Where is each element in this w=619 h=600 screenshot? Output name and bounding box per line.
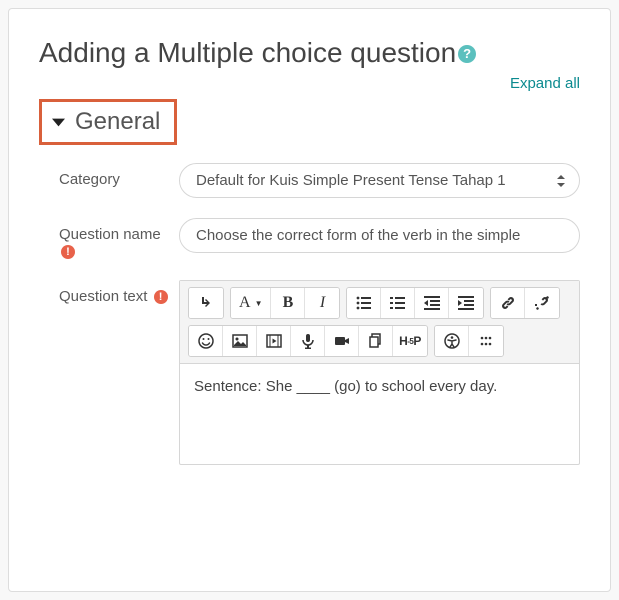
section-title: General [75,108,160,136]
list-ol-icon [390,295,406,311]
toolbar-group-a11y [434,325,504,357]
h5p-button[interactable]: H-5P [393,326,427,356]
toolbar-group-lists [346,287,484,319]
media-button[interactable] [257,326,291,356]
label-question-text: Question text ! [59,280,179,305]
font-style-button[interactable]: A▼ [231,288,271,318]
link-icon [500,295,516,311]
toolbar-group-format: A▼ B I [230,287,340,319]
arrow-down-right-icon [198,295,214,311]
question-name-value: Choose the correct form of the verb in t… [196,227,520,244]
label-question-name-text: Question name [59,226,161,243]
indent-icon [458,295,474,311]
category-selected: Default for Kuis Simple Present Tense Ta… [196,172,506,189]
question-name-control: Choose the correct form of the verb in t… [179,218,580,253]
unlink-icon [534,295,550,311]
unlink-button[interactable] [525,288,559,318]
row-question-text: Question text ! A▼ B I [59,280,580,465]
toolbar-group-link [490,287,560,319]
indent-button[interactable] [449,288,483,318]
video-icon [334,333,350,349]
category-control: Default for Kuis Simple Present Tense Ta… [179,163,580,198]
outdent-icon [424,295,440,311]
caret-down-icon: ▼ [255,299,263,308]
toolbar-group-expand [188,287,224,319]
link-button[interactable] [491,288,525,318]
expand-all-link[interactable]: Expand all [510,75,580,92]
bullet-list-button[interactable] [347,288,381,318]
toolbar-group-media: H-5P [188,325,428,357]
category-select[interactable]: Default for Kuis Simple Present Tense Ta… [179,163,580,198]
page-title: Adding a Multiple choice question? [39,37,580,69]
smile-icon [198,333,214,349]
ordered-list-button[interactable] [381,288,415,318]
more-button[interactable] [469,326,503,356]
help-icon[interactable]: ? [458,45,476,63]
editor-toolbar: A▼ B I [180,281,579,364]
row-question-name: Question name ! Choose the correct form … [59,218,580,260]
microphone-icon [300,333,316,349]
audio-button[interactable] [291,326,325,356]
row-category: Category Default for Kuis Simple Present… [59,163,580,198]
image-button[interactable] [223,326,257,356]
chevron-down-icon [52,114,65,130]
font-letter: A [239,294,251,312]
label-category: Category [59,163,179,188]
question-text-control: A▼ B I [179,280,580,465]
bold-button[interactable]: B [271,288,305,318]
toolbar-expand-button[interactable] [189,288,223,318]
rich-editor: A▼ B I [179,280,580,465]
files-icon [368,333,384,349]
accessibility-button[interactable] [435,326,469,356]
video-button[interactable] [325,326,359,356]
film-icon [266,333,282,349]
accessibility-icon [444,333,460,349]
required-icon: ! [61,245,75,259]
italic-button[interactable]: I [305,288,339,318]
outdent-button[interactable] [415,288,449,318]
label-question-name: Question name ! [59,218,179,260]
label-question-text-text: Question text [59,288,147,305]
form-card: Adding a Multiple choice question? Expan… [8,8,611,592]
select-sort-icon [557,175,565,187]
image-icon [232,333,248,349]
page-title-text: Adding a Multiple choice question [39,37,456,68]
section-general-heading[interactable]: General [39,99,177,145]
grid-dots-icon [478,333,494,349]
question-name-input[interactable]: Choose the correct form of the verb in t… [179,218,580,253]
editor-content[interactable]: Sentence: She ____ (go) to school every … [180,364,579,464]
list-ul-icon [356,295,372,311]
emoji-button[interactable] [189,326,223,356]
expand-row: Expand all [39,75,580,93]
required-icon: ! [154,290,168,304]
editor-text: Sentence: She ____ (go) to school every … [194,378,497,395]
manage-files-button[interactable] [359,326,393,356]
